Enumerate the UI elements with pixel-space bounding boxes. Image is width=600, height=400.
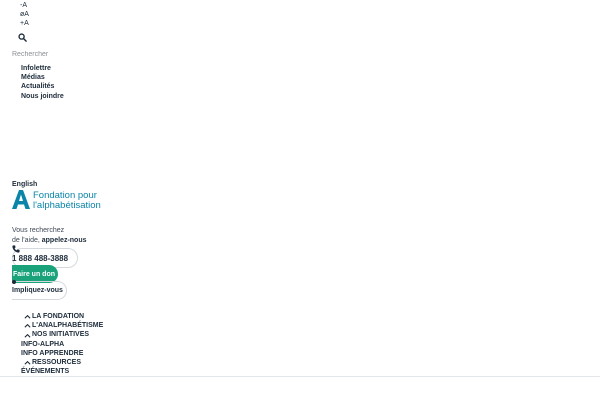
logo-line-2: l'alphabétisation xyxy=(33,200,101,211)
nav-item-label: RESSOURCES xyxy=(32,359,82,367)
bullet-dot xyxy=(12,280,16,284)
decrease-font-button[interactable]: -A xyxy=(20,1,27,10)
chevron-up-icon xyxy=(24,324,31,328)
help-text: Vous recherchez de l'aide, appelez-nous xyxy=(12,226,87,246)
nav-item-label: NOS INITIATIVES xyxy=(32,331,90,339)
logo-mark-icon xyxy=(12,190,30,209)
logo-text: Fondation pour l'alphabétisation xyxy=(33,191,101,211)
main-nav: LA FONDATION L'ANALPHABÉTISME NOS INITIA… xyxy=(21,312,103,376)
nav-item-label: INFO APPRENDRE xyxy=(21,349,84,357)
search-icon[interactable] xyxy=(18,33,27,42)
utility-link-nous-joindre[interactable]: Nous joindre xyxy=(21,92,64,101)
nav-item-ressources[interactable]: RESSOURCES xyxy=(21,358,103,367)
nav-item-info-alpha[interactable]: INFO-ALPHA xyxy=(21,340,103,349)
help-line-1: Vous recherchez xyxy=(12,227,65,234)
nav-item-label: LA FONDATION xyxy=(32,313,85,320)
divider xyxy=(0,376,600,377)
language-link[interactable]: English xyxy=(12,181,37,188)
nav-item-label: L'ANALPHABÉTISME xyxy=(32,322,104,330)
phone-number[interactable]: 1 888 488-3888 xyxy=(12,254,68,263)
help-line-2-strong: appelez-nous xyxy=(41,237,87,244)
nav-item-label: INFO-ALPHA xyxy=(21,340,65,348)
chevron-up-icon xyxy=(24,314,31,319)
phone-icon xyxy=(12,245,20,253)
utility-link-medias[interactable]: Médias xyxy=(21,73,64,82)
help-line-2: de l'aide, appelez-nous xyxy=(12,236,87,246)
chevron-up-icon xyxy=(24,360,31,365)
reset-font-button[interactable]: øA xyxy=(20,10,29,19)
chevron-up-icon xyxy=(24,333,31,338)
utility-link-actualites[interactable]: Actualités xyxy=(21,82,64,91)
utility-nav: Infolettre Médias Actualités Nous joindr… xyxy=(21,64,64,101)
nav-item-la-fondation[interactable]: LA FONDATION xyxy=(21,312,103,321)
help-line-2-prefix: de l'aide, xyxy=(12,237,40,244)
nav-item-analphabetisme[interactable]: L'ANALPHABÉTISME xyxy=(21,321,103,330)
nav-item-info-apprendre[interactable]: INFO APPRENDRE xyxy=(21,349,103,358)
search-input[interactable] xyxy=(12,49,132,59)
increase-font-button[interactable]: +A xyxy=(20,19,29,28)
nav-item-nos-initiatives[interactable]: NOS INITIATIVES xyxy=(21,330,103,339)
site-logo[interactable]: Fondation pour l'alphabétisation xyxy=(12,190,101,211)
involve-link[interactable]: Impliquez-vous xyxy=(12,287,63,294)
utility-link-infolettre[interactable]: Infolettre xyxy=(21,64,64,73)
